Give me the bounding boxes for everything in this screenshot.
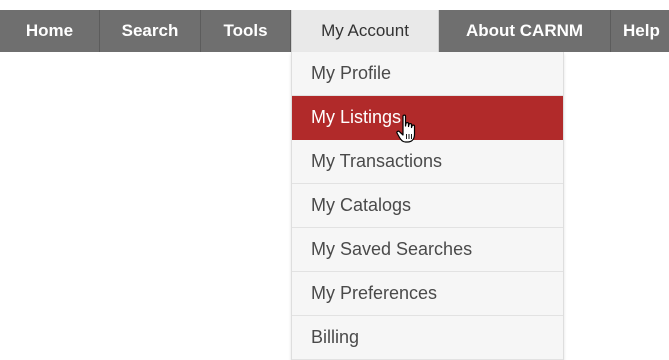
menu-item-my-catalogs[interactable]: My Catalogs	[292, 184, 563, 228]
menu-item-billing[interactable]: Billing	[292, 316, 563, 360]
my-account-dropdown: My Profile My Listings My Transactions M…	[291, 52, 564, 360]
nav-my-account[interactable]: My Account	[291, 10, 439, 52]
menu-item-my-transactions[interactable]: My Transactions	[292, 140, 563, 184]
hand-pointer-icon	[396, 114, 416, 143]
menu-item-my-saved-searches[interactable]: My Saved Searches	[292, 228, 563, 272]
menu-item-my-listings[interactable]: My Listings	[292, 96, 563, 140]
menu-item-my-profile[interactable]: My Profile	[292, 52, 563, 96]
nav-help[interactable]: Help	[611, 10, 669, 52]
page: Home Search Tools My Account About CARNM…	[0, 0, 669, 360]
menu-item-my-preferences[interactable]: My Preferences	[292, 272, 563, 316]
nav-search[interactable]: Search	[100, 10, 201, 52]
nav-about-carnm[interactable]: About CARNM	[439, 10, 611, 52]
nav-home[interactable]: Home	[0, 10, 100, 52]
main-navbar: Home Search Tools My Account About CARNM…	[0, 10, 669, 52]
nav-tools[interactable]: Tools	[201, 10, 291, 52]
